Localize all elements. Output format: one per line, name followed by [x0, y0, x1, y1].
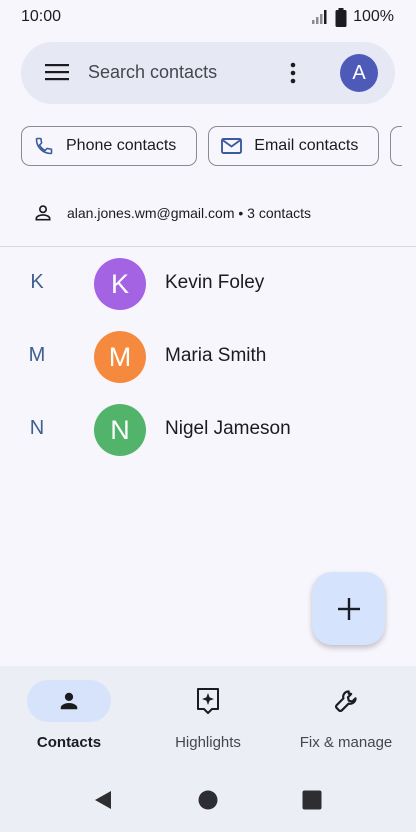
contact-name: Nigel Jameson — [165, 418, 291, 439]
contact-row[interactable]: N N Nigel Jameson — [0, 400, 416, 462]
battery-icon — [335, 7, 347, 27]
search-bar[interactable]: Search contacts A — [21, 42, 395, 104]
system-navigation — [0, 784, 416, 816]
section-letter: K — [30, 271, 44, 293]
chip-label: Email contacts — [254, 137, 359, 154]
filter-chips: Phone contacts Email contacts — [21, 126, 403, 168]
divider — [0, 246, 416, 247]
contact-row[interactable]: M M Maria Smith — [0, 327, 416, 389]
email-contacts-chip[interactable]: Email contacts — [208, 126, 380, 166]
battery-percent: 100% — [353, 8, 394, 25]
home-icon[interactable] — [198, 790, 218, 810]
status-icons: 100% — [311, 7, 394, 27]
signal-icon — [312, 10, 327, 24]
more-vert-icon[interactable] — [289, 61, 297, 85]
chip-label: Phone contacts — [66, 137, 177, 154]
more-filter-chip[interactable] — [390, 126, 403, 166]
bottom-navigation: Contacts Highlights Fix & manage — [0, 666, 416, 832]
menu-icon[interactable] — [45, 63, 69, 81]
nav-indicator — [304, 680, 388, 722]
account-avatar[interactable]: A — [340, 54, 378, 92]
add-contact-button[interactable] — [312, 572, 385, 645]
nav-contacts[interactable]: Contacts — [0, 680, 139, 760]
mail-icon — [221, 138, 243, 154]
contact-name: Kevin Foley — [165, 272, 265, 293]
back-icon[interactable] — [93, 790, 113, 810]
status-time: 10:00 — [21, 8, 62, 25]
contact-avatar: M — [94, 331, 146, 383]
status-bar: 10:00 100% — [0, 0, 416, 34]
contact-avatar: K — [94, 258, 146, 310]
nav-highlights[interactable]: Highlights — [138, 680, 278, 760]
contact-avatar: N — [94, 404, 146, 456]
highlights-icon — [197, 688, 219, 714]
nav-indicator — [166, 680, 250, 722]
contact-name: Maria Smith — [165, 345, 267, 366]
person-icon — [60, 692, 78, 710]
person-outline-icon — [35, 205, 51, 221]
recents-icon[interactable] — [302, 790, 322, 810]
section-letter: M — [28, 344, 46, 366]
plus-icon — [337, 597, 360, 620]
nav-label: Contacts — [36, 734, 102, 751]
wrench-icon — [335, 690, 357, 712]
account-summary: alan.jones.wm@gmail.com • 3 contacts — [67, 205, 311, 221]
nav-fix-manage[interactable]: Fix & manage — [276, 680, 416, 760]
account-row: alan.jones.wm@gmail.com • 3 contacts — [33, 200, 311, 226]
section-letter: N — [29, 417, 45, 439]
phone-contacts-chip[interactable]: Phone contacts — [21, 126, 198, 166]
search-input[interactable]: Search contacts — [88, 62, 217, 83]
contacts-screen: 10:00 100% Search contacts A Phone conta… — [0, 0, 416, 832]
nav-label: Highlights — [175, 734, 241, 751]
contact-row[interactable]: K K Kevin Foley — [0, 254, 416, 316]
nav-label: Fix & manage — [299, 734, 393, 751]
phone-icon — [35, 137, 53, 155]
nav-indicator — [27, 680, 111, 722]
